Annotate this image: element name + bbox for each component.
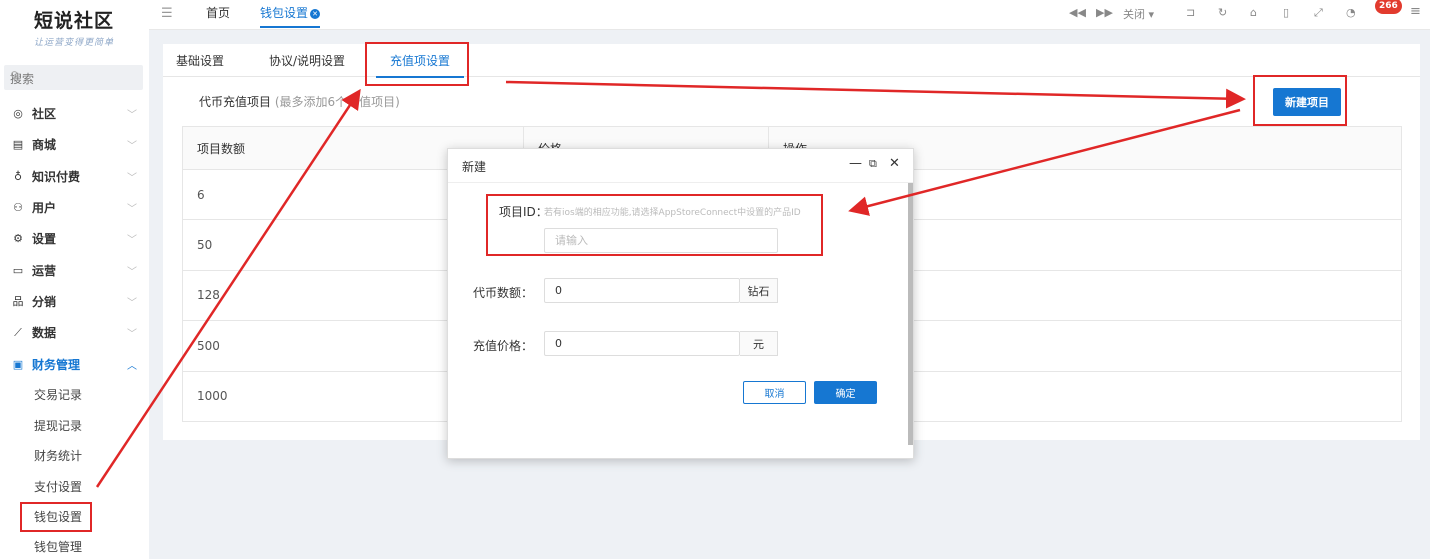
tab-wallet-settings[interactable]: 钱包设置 ✕ (260, 4, 321, 28)
sidebar-item-data[interactable]: ⟋ 数据 ﹀ (0, 317, 149, 348)
exit-icon[interactable]: ⊐ (1186, 6, 1195, 19)
sidebar-item-label: 分销 (32, 294, 57, 309)
sidebar-item-label: 知识付费 (32, 169, 81, 184)
chevron-down-icon: ﹀ (127, 110, 137, 122)
submenu-finance-stats[interactable]: 财务统计 (0, 440, 149, 470)
chevron-up-icon: ︿ (127, 360, 137, 372)
item-id-label: 项目ID： (499, 205, 548, 219)
brand-tagline: 让运营变得更简单 (34, 38, 115, 48)
submenu-wallet-settings[interactable]: 钱包设置 (0, 501, 149, 531)
caret-down-icon: ▾ (1148, 8, 1155, 21)
chevron-down-icon: ﹀ (127, 329, 137, 341)
amount-cell: 6 (197, 187, 205, 202)
coins-suffix: 钻石 (740, 278, 778, 303)
amount-cell: 1000 (197, 389, 228, 404)
sidebar-item-label: 财务管理 (32, 357, 81, 372)
section-title: 代币充值项目 (199, 95, 272, 109)
chevron-down-icon: ﹀ (127, 266, 137, 278)
tab-basic-settings[interactable]: 基础设置 (176, 52, 224, 69)
location-icon: ♁ (13, 169, 23, 183)
tab-label: 钱包设置 (260, 6, 309, 20)
section-description: 代币充值项目 (最多添加6个充值项目) (199, 93, 400, 110)
close-dropdown-label: 关闭 (1123, 8, 1145, 21)
sidebar-item-store[interactable]: ▤ 商城 ﹀ (0, 129, 149, 160)
chevron-down-icon: ﹀ (127, 141, 137, 153)
sidebar-item-finance[interactable]: ▣ 财务管理 ︿ (0, 348, 149, 379)
chevron-down-icon: ﹀ (127, 204, 137, 216)
brand-logo[interactable]: 短说社区 让运营变得更简单 (0, 0, 149, 62)
item-id-hint: 若有ios端的相应功能,请选择AppStoreConnect中设置的产品ID (544, 208, 801, 218)
refresh-icon[interactable]: ↻ (1218, 6, 1227, 19)
tab-home[interactable]: 首页 (206, 4, 230, 21)
sidebar-item-label: 用户 (32, 201, 57, 216)
chart-icon: ⟋ (14, 325, 22, 339)
close-dropdown[interactable]: 关闭 ▾ (1123, 6, 1154, 22)
dialog-scrollbar[interactable] (908, 183, 913, 445)
fullscreen-icon[interactable]: ⤢ (1314, 6, 1323, 20)
amount-cell: 50 (197, 238, 213, 253)
submenu-wallet-management[interactable]: 钱包管理 (0, 532, 149, 559)
minimize-icon[interactable]: — (849, 156, 862, 171)
sidebar-search[interactable]: 搜索 ⚲ (4, 65, 143, 90)
price-input[interactable] (544, 331, 740, 356)
notification-badge: 266 (1375, 0, 1402, 14)
forward-icon[interactable]: ▶▶ (1096, 6, 1113, 19)
sidebar-item-operations[interactable]: ▭ 运营 ﹀ (0, 254, 149, 285)
chevron-down-icon: ﹀ (127, 172, 137, 184)
sidebar-item-label: 数据 (32, 326, 57, 341)
store-icon: ▤ (12, 138, 24, 152)
sidebar-item-settings[interactable]: ⚙ 设置 ﹀ (0, 223, 149, 254)
gear-icon: ⚙ (13, 232, 23, 246)
sidebar-item-distribution[interactable]: 品 分销 ﹀ (0, 286, 149, 317)
menu-icon[interactable]: ≡ (1410, 4, 1421, 19)
users-icon: ⚇ (13, 201, 23, 215)
brand-name: 短说社区 (34, 10, 115, 32)
chevron-down-icon: ﹀ (127, 297, 137, 309)
close-tab-icon[interactable]: ✕ (310, 9, 321, 19)
phone-icon[interactable]: ▯ (1283, 6, 1289, 19)
sidebar-item-label: 设置 (32, 232, 57, 247)
new-item-button[interactable]: 新建项目 (1273, 88, 1341, 116)
tab-recharge-settings[interactable]: 充值项设置 (375, 52, 465, 78)
maximize-icon[interactable]: ⧉ (869, 157, 877, 171)
rewind-icon[interactable]: ◀◀ (1069, 6, 1086, 19)
coins-input[interactable] (544, 278, 740, 303)
bell-icon[interactable]: ◔ (1346, 6, 1356, 19)
sidebar-item-users[interactable]: ⚇ 用户 ﹀ (0, 192, 149, 223)
sidebar-item-community[interactable]: ◎ 社区 ﹀ (0, 98, 149, 129)
sidebar-item-label: 社区 (32, 107, 57, 122)
price-suffix: 元 (740, 331, 778, 356)
chat-icon: ◎ (13, 107, 23, 121)
amount-cell: 500 (197, 338, 220, 353)
dialog-title: 新建 (462, 160, 487, 174)
new-item-dialog: 新建 — ⧉ ✕ 项目ID： 若有ios端的相应功能,请选择AppStoreCo… (447, 148, 914, 459)
price-label: 充值价格： (473, 339, 534, 353)
content-tabs: 基础设置 协议/说明设置 充值项设置 (163, 44, 1420, 78)
top-bar: ☰ 首页 钱包设置 ✕ ◀◀ ▶▶ 关闭 ▾ ⊐ ↻ ⌂ ▯ ⤢ ◔ 266 ≡ (149, 0, 1430, 30)
sidebar-toggle-icon[interactable]: ☰ (161, 6, 173, 21)
sidebar-item-label: 运营 (32, 263, 57, 278)
submenu-payment-settings[interactable]: 支付设置 (0, 471, 149, 501)
network-icon: 品 (12, 295, 24, 309)
confirm-button[interactable]: 确定 (814, 381, 877, 404)
sidebar-item-knowledge[interactable]: ♁ 知识付费 ﹀ (0, 161, 149, 192)
submenu-withdrawals[interactable]: 提现记录 (0, 410, 149, 440)
tab-agreement-settings[interactable]: 协议/说明设置 (269, 52, 345, 69)
sidebar: 短说社区 让运营变得更简单 搜索 ⚲ ◎ 社区 ﹀ ▤ 商城 ﹀ ♁ 知识付费 … (0, 0, 149, 559)
coins-label: 代币数额： (473, 286, 534, 300)
finance-icon: ▣ (12, 357, 24, 371)
close-icon[interactable]: ✕ (889, 156, 900, 171)
sidebar-item-label: 商城 (32, 138, 57, 153)
item-id-input[interactable] (544, 228, 778, 253)
amount-cell: 128 (197, 288, 220, 303)
section-hint: (最多添加6个充值项目) (274, 95, 400, 109)
sidebar-menu: ◎ 社区 ﹀ ▤ 商城 ﹀ ♁ 知识付费 ﹀ ⚇ 用户 ﹀ ⚙ 设置 ﹀ ▭ 运… (0, 98, 149, 559)
home-icon[interactable]: ⌂ (1250, 6, 1257, 19)
search-icon: ⚲ (10, 69, 19, 83)
dialog-header: 新建 — ⧉ ✕ (448, 149, 913, 183)
cancel-button[interactable]: 取消 (743, 381, 806, 404)
submenu-transactions[interactable]: 交易记录 (0, 380, 149, 410)
chevron-down-icon: ﹀ (127, 235, 137, 247)
monitor-icon: ▭ (12, 263, 24, 277)
